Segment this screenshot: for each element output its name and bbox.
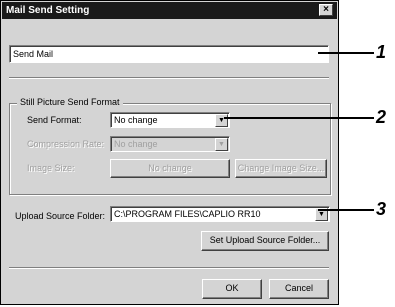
mail-send-setting-dialog: Mail Send Setting × Send Mail Still Pict… xyxy=(0,0,339,305)
callout-line-1 xyxy=(318,52,374,54)
compression-rate-value: No change xyxy=(114,139,158,149)
separator-bottom xyxy=(9,267,329,269)
callout-line-2 xyxy=(224,117,374,119)
ok-button[interactable]: OK xyxy=(202,279,262,299)
image-size-value-button[interactable]: No change xyxy=(110,159,230,178)
set-upload-source-folder-button[interactable]: Set Upload Source Folder... xyxy=(201,231,329,251)
callout-number-2: 2 xyxy=(376,107,387,127)
window-title: Mail Send Setting xyxy=(6,5,90,16)
callout-number-1: 1 xyxy=(376,42,387,62)
dropdown-arrow-icon[interactable]: ▼ xyxy=(215,138,228,151)
change-image-size-button[interactable]: Change Image Size... xyxy=(235,159,327,178)
separator-top xyxy=(9,77,329,79)
callout-number-3: 3 xyxy=(376,199,387,219)
title-bar: Mail Send Setting × xyxy=(2,2,337,19)
send-format-label: Send Format: xyxy=(27,115,82,125)
group-title: Still Picture Send Format xyxy=(17,97,123,108)
callout-line-3 xyxy=(318,209,374,211)
close-icon[interactable]: × xyxy=(319,4,333,16)
cancel-button[interactable]: Cancel xyxy=(269,279,329,299)
send-format-select[interactable]: No change ▼ xyxy=(110,112,230,128)
dropdown-arrow-icon[interactable]: ▼ xyxy=(215,114,228,127)
compression-rate-label: Compression Rate: xyxy=(27,139,105,149)
compression-rate-select[interactable]: No change ▼ xyxy=(110,136,230,152)
send-format-value: No change xyxy=(114,115,158,125)
upload-source-folder-value: C:\PROGRAM FILES\CAPLIO RR10 xyxy=(114,209,261,219)
upload-source-folder-select[interactable]: C:\PROGRAM FILES\CAPLIO RR10 ▼ xyxy=(110,206,330,222)
upload-source-folder-label: Upload Source Folder: xyxy=(15,211,106,221)
image-size-label: Image Size: xyxy=(27,163,75,173)
mail-name-input[interactable]: Send Mail xyxy=(9,45,329,63)
